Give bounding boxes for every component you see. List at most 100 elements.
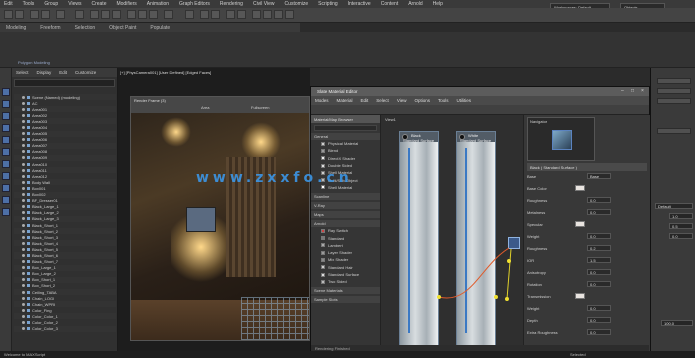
redo-icon[interactable] (15, 10, 24, 19)
socket-dot[interactable] (494, 295, 498, 299)
scale-icon[interactable] (149, 10, 158, 19)
browser-material-item[interactable]: Physical Material (311, 140, 380, 147)
visibility-eye-icon[interactable] (22, 296, 25, 300)
visibility-eye-icon[interactable] (22, 138, 25, 142)
parameter-spinner[interactable]: 0.0 (587, 197, 611, 203)
tab-freeform[interactable]: Freeform (40, 25, 60, 31)
menu-scripting[interactable]: Scripting (318, 1, 337, 7)
menu-graph-editors[interactable]: Graph Editors (179, 1, 210, 7)
visibility-eye-icon[interactable] (22, 223, 25, 227)
undo-icon[interactable] (4, 10, 13, 19)
polygon-modeling-label[interactable]: Polygon Modeling (18, 60, 50, 65)
sme-title[interactable]: Slate Material Editor (311, 87, 649, 96)
selection-filter-icon[interactable] (75, 10, 84, 19)
render-icon[interactable] (285, 10, 294, 19)
sme-menu-tools[interactable]: Tools (438, 98, 449, 103)
browser-material-item[interactable]: Standard Hair (311, 264, 380, 271)
scene-menu-display[interactable]: Display (37, 70, 52, 75)
select-object-icon[interactable] (90, 10, 99, 19)
scene-menu-customize[interactable]: Customize (75, 70, 96, 75)
sme-menu-view[interactable]: View (397, 98, 407, 103)
unlink-icon[interactable] (41, 10, 50, 19)
visibility-eye-icon[interactable] (22, 180, 25, 184)
display-cameras-icon[interactable] (2, 148, 10, 156)
visibility-eye-icon[interactable] (22, 193, 25, 197)
sme-menu-material[interactable]: Material (337, 98, 353, 103)
menu-group[interactable]: Group (44, 1, 58, 7)
object-type-button[interactable] (657, 128, 691, 134)
pivot-icon[interactable] (185, 10, 194, 19)
parameter-spinner[interactable]: 0.0 (587, 233, 611, 239)
render-area-label[interactable]: Area (201, 105, 209, 110)
display-all-icon[interactable] (2, 100, 10, 108)
browser-material-item[interactable]: DirectX Shader (311, 155, 380, 162)
rp-field[interactable]: 100.0 (661, 320, 693, 326)
visibility-eye-icon[interactable] (22, 113, 25, 117)
parameter-spinner[interactable]: 0.0 (587, 329, 611, 335)
category-general[interactable]: General (311, 133, 380, 140)
visibility-eye-icon[interactable] (22, 284, 25, 288)
rotate-icon[interactable] (138, 10, 147, 19)
parameter-spinner[interactable]: 0.0 (587, 281, 611, 287)
category-scene-materials[interactable]: Scene Materials (311, 287, 380, 295)
visibility-eye-icon[interactable] (22, 314, 25, 318)
visibility-eye-icon[interactable] (22, 302, 25, 306)
browser-material-item[interactable]: Standard (311, 234, 380, 241)
display-lights-icon[interactable] (2, 136, 10, 144)
menu-modifiers[interactable]: Modifiers (116, 1, 136, 7)
bind-space-warp-icon[interactable] (56, 10, 65, 19)
menu-content[interactable]: Content (381, 1, 399, 7)
scene-menu-select[interactable]: Select (16, 70, 29, 75)
tab-populate[interactable]: Populate (150, 25, 170, 31)
parameter-spinner[interactable]: 0.0 (587, 305, 611, 311)
color-swatch[interactable] (575, 293, 585, 299)
visibility-eye-icon[interactable] (22, 186, 25, 190)
visibility-eye-icon[interactable] (22, 211, 25, 215)
modify-button[interactable] (657, 88, 691, 94)
category-sample-slots[interactable]: Sample Slots (311, 296, 380, 304)
align-icon[interactable] (237, 10, 246, 19)
snap-icon[interactable] (200, 10, 209, 19)
category-vray[interactable]: V-Ray (311, 202, 380, 210)
display-bones-icon[interactable] (2, 208, 10, 216)
navigator-panel[interactable]: Navigator (527, 117, 595, 161)
visibility-eye-icon[interactable] (22, 150, 25, 154)
sme-menu-options[interactable]: Options (415, 98, 431, 103)
parameter-spinner[interactable]: 0.0 (587, 209, 611, 215)
parameter-spinner[interactable]: Base (587, 173, 611, 179)
hierarchy-button[interactable] (657, 98, 691, 104)
browser-material-item[interactable]: Blend (311, 147, 380, 154)
display-helpers-icon[interactable] (2, 160, 10, 168)
link-icon[interactable] (30, 10, 39, 19)
display-none-icon[interactable] (2, 88, 10, 96)
scene-menu-edit[interactable]: Edit (59, 70, 67, 75)
menu-help[interactable]: Help (433, 1, 443, 7)
menu-animation[interactable]: Animation (147, 1, 169, 7)
visibility-eye-icon[interactable] (22, 107, 25, 111)
tab-object-paint[interactable]: Object Paint (109, 25, 136, 31)
browser-search-input[interactable] (314, 125, 377, 131)
mirror-icon[interactable] (226, 10, 235, 19)
visibility-eye-icon[interactable] (22, 156, 25, 160)
browser-material-item[interactable]: Double Sided (311, 162, 380, 169)
visibility-eye-icon[interactable] (22, 95, 25, 99)
visibility-eye-icon[interactable] (22, 247, 25, 251)
create-button[interactable] (657, 78, 691, 84)
display-spacewarps-icon[interactable] (2, 172, 10, 180)
render-setup-icon[interactable] (274, 10, 283, 19)
scene-search-input[interactable] (14, 79, 115, 87)
rp-field[interactable]: Default (655, 203, 693, 209)
visibility-eye-icon[interactable] (22, 126, 25, 130)
minimize-icon[interactable]: – (621, 88, 627, 94)
sme-menu-edit[interactable]: Edit (361, 98, 369, 103)
visibility-eye-icon[interactable] (22, 174, 25, 178)
curve-editor-icon[interactable] (252, 10, 261, 19)
browser-material-item[interactable]: Mix Shader (311, 256, 380, 263)
rp-field[interactable]: 1.0 (669, 213, 693, 219)
rp-field[interactable]: 0.5 (669, 223, 693, 229)
visibility-eye-icon[interactable] (22, 119, 25, 123)
visibility-eye-icon[interactable] (22, 229, 25, 233)
socket-dot[interactable] (505, 297, 509, 301)
visibility-eye-icon[interactable] (22, 162, 25, 166)
parameter-spinner[interactable]: 0.2 (587, 245, 611, 251)
